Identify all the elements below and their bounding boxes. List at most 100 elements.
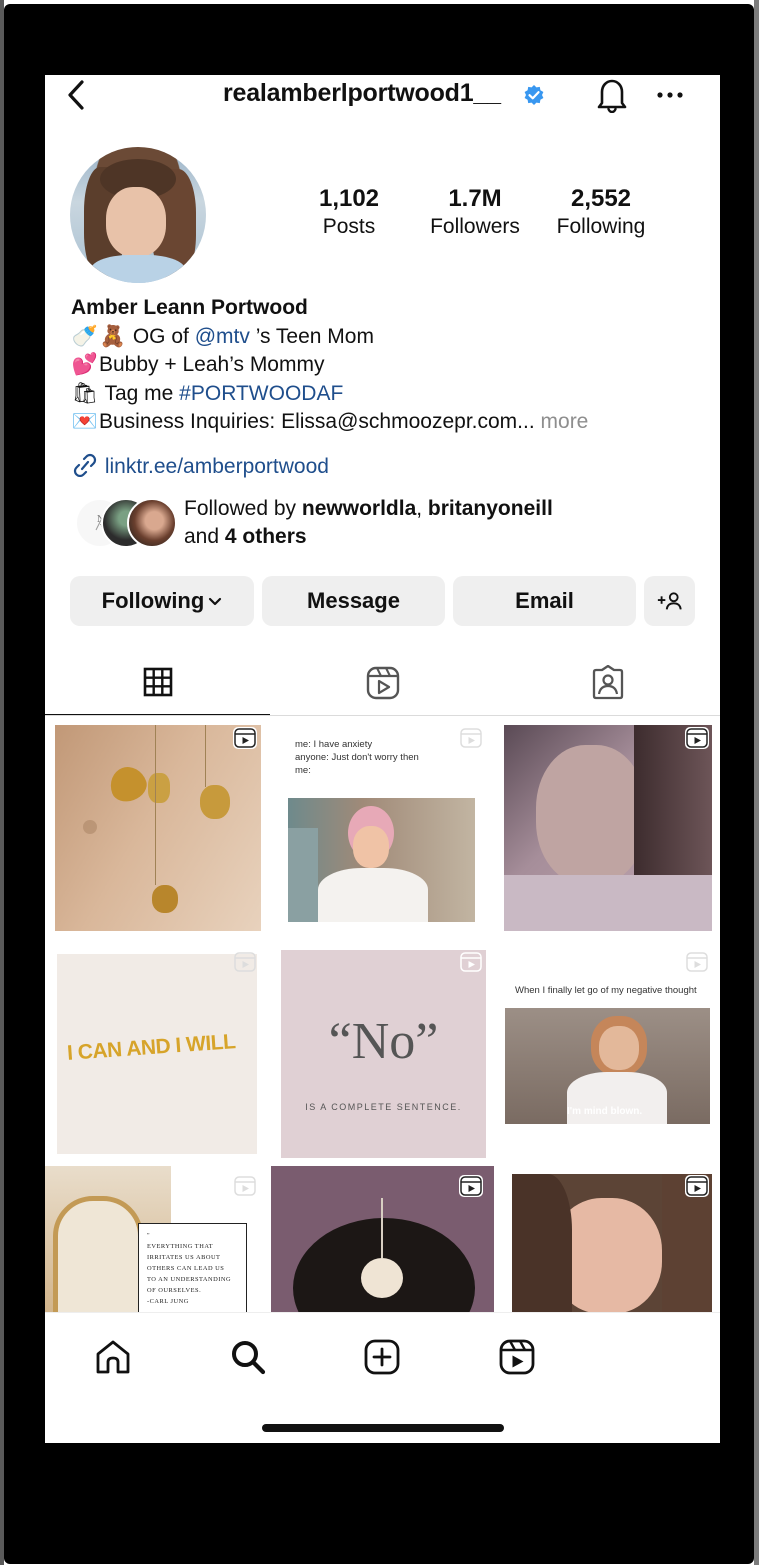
post-tile[interactable]: “No” IS A COMPLETE SENTENCE. xyxy=(271,942,494,1163)
external-link-text: linktr.ee/amberportwood xyxy=(104,455,329,478)
top-bar: realamberlportwood1__ xyxy=(45,75,720,117)
following-count: 2,552 xyxy=(570,185,632,212)
post-6-caption: I'm mind blown. xyxy=(567,1106,643,1117)
more-icon[interactable] xyxy=(655,81,685,109)
back-arrow-icon[interactable] xyxy=(63,77,89,113)
stat-following[interactable]: 2,552 Following xyxy=(536,185,666,241)
teddy-bear-icon: 🧸 xyxy=(99,324,127,348)
post-7-quote-card: " EVERYTHING THAT IRRITATES US ABOUT OTH… xyxy=(138,1223,247,1315)
posts-count: 1,102 xyxy=(318,185,380,212)
following-button[interactable]: Following xyxy=(70,576,254,626)
reel-badge-icon xyxy=(459,1175,483,1197)
profile-full-name: Amber Leann Portwood xyxy=(71,296,308,319)
avatar-shirt xyxy=(90,255,186,283)
search-icon[interactable] xyxy=(228,1337,268,1377)
tab-tagged[interactable] xyxy=(495,650,720,716)
followed-user-2: britanyoneill xyxy=(427,497,553,520)
post-4-text: I CAN AND I WILL xyxy=(66,1030,237,1065)
love-letter-icon: 💌 xyxy=(71,410,99,433)
avatar-face xyxy=(106,187,166,257)
home-icon[interactable] xyxy=(93,1337,133,1377)
bottom-nav xyxy=(45,1312,720,1443)
follower-avatar-3 xyxy=(127,498,177,548)
bezel-right-rim xyxy=(754,0,759,1565)
bell-icon[interactable] xyxy=(596,77,628,113)
add-person-icon xyxy=(657,592,682,610)
post-2-photo xyxy=(288,798,475,922)
reels-nav-icon[interactable] xyxy=(497,1337,537,1377)
posts-label: Posts xyxy=(322,215,376,238)
tab-reels[interactable] xyxy=(270,650,495,716)
bio-line-1-text: OG of xyxy=(132,324,195,348)
bio-more-link[interactable]: more xyxy=(541,410,589,433)
mtv-mention-link[interactable]: @mtv xyxy=(195,325,250,348)
tabs-divider xyxy=(45,715,720,716)
bio-line-1: 🍼🧸 OG of @mtv ’s Teen Mom xyxy=(71,323,711,352)
hearts-icon: 💕 xyxy=(71,353,99,376)
post-tile[interactable]: me: I have anxiety anyone: Just don't wo… xyxy=(271,718,494,939)
shopping-bags-icon: 🛍 xyxy=(71,381,99,405)
post-3-photo xyxy=(504,725,712,931)
home-indicator[interactable] xyxy=(262,1424,504,1432)
chevron-down-icon xyxy=(209,597,222,606)
followed-user-1: newworldla xyxy=(301,497,417,520)
post-7-text: " EVERYTHING THAT IRRITATES US ABOUT OTH… xyxy=(147,1232,232,1305)
followed-by[interactable]: N W Followed by newworldla, britanyoneil… xyxy=(71,495,671,553)
link-icon xyxy=(73,453,97,477)
posts-grid: me: I have anxiety anyone: Just don't wo… xyxy=(45,718,720,1387)
following-button-label: Following xyxy=(101,588,205,613)
heart-necklace-photo xyxy=(55,725,261,931)
profile-bio: Amber Leann Portwood 🍼🧸 OG of @mtv ’s Te… xyxy=(71,294,711,437)
message-button-label: Message xyxy=(307,588,400,613)
bio-line-3-text: Tag me xyxy=(104,381,180,405)
email-button[interactable]: Email xyxy=(453,576,636,626)
reel-badge-icon xyxy=(234,1176,256,1196)
tab-posts-grid[interactable] xyxy=(45,650,270,716)
post-tile[interactable] xyxy=(497,718,720,939)
post-5-big-text: “No” xyxy=(328,1013,439,1070)
post-tile[interactable]: When I finally let go of my negative tho… xyxy=(497,942,720,1163)
bio-line-2-text: Bubby + Leah’s Mommy xyxy=(99,353,325,376)
post-5-small-text: IS A COMPLETE SENTENCE. xyxy=(305,1102,462,1112)
profile-username: realamberlportwood1__ xyxy=(223,79,501,107)
bio-line-2: 💕Bubby + Leah’s Mommy xyxy=(71,351,711,380)
post-tile[interactable]: I CAN AND I WILL xyxy=(45,942,268,1163)
followed-others: 4 others xyxy=(224,525,307,548)
tagged-icon xyxy=(592,665,623,700)
profile-avatar[interactable] xyxy=(70,147,206,283)
reel-badge-icon xyxy=(460,952,482,972)
bio-line-4: 💌Business Inquiries: Elissa@schmoozepr.c… xyxy=(71,408,711,437)
create-icon[interactable] xyxy=(362,1337,402,1377)
baby-bottle-icon: 🍼 xyxy=(71,324,99,348)
followed-by-prefix: Followed by xyxy=(184,497,302,520)
bio-line-3: 🛍 Tag me #PORTWOODAF xyxy=(71,380,711,409)
followed-by-text: Followed by newworldla, britanyoneill an… xyxy=(184,495,553,551)
verified-badge-icon xyxy=(524,85,544,105)
hashtag-link[interactable]: #PORTWOODAF xyxy=(179,382,343,405)
message-button[interactable]: Message xyxy=(262,576,445,626)
grid-icon xyxy=(143,667,172,697)
stat-followers[interactable]: 1.7M Followers xyxy=(410,185,540,241)
suggested-people-button[interactable] xyxy=(644,576,695,626)
reels-icon xyxy=(366,666,399,700)
reel-badge-icon xyxy=(234,952,256,972)
profile-screen: realamberlportwood1__ 1,102 Posts 1.7M F… xyxy=(45,75,720,1443)
followers-count: 1.7M xyxy=(448,185,502,212)
following-label: Following xyxy=(556,215,646,238)
profile-tabs xyxy=(45,650,720,716)
post-tile[interactable] xyxy=(45,718,268,939)
post-6-photo: I'm mind blown. xyxy=(505,1008,710,1124)
post-2-text: me: I have anxiety anyone: Just don't wo… xyxy=(295,739,419,776)
post-5-card: “No” IS A COMPLETE SENTENCE. xyxy=(281,950,486,1158)
stat-posts[interactable]: 1,102 Posts xyxy=(284,185,414,241)
post-6-text: When I finally let go of my negative tho… xyxy=(515,985,697,996)
followed-and: and xyxy=(184,525,225,548)
post-9-photo xyxy=(512,1174,712,1314)
reel-badge-icon xyxy=(686,952,708,972)
reel-badge-icon xyxy=(460,728,482,748)
reel-badge-icon xyxy=(233,727,257,749)
post-4-banner: I CAN AND I WILL xyxy=(57,954,257,1154)
external-link[interactable]: linktr.ee/amberportwood xyxy=(71,453,329,479)
reel-badge-icon xyxy=(685,727,709,749)
email-button-label: Email xyxy=(515,588,574,613)
